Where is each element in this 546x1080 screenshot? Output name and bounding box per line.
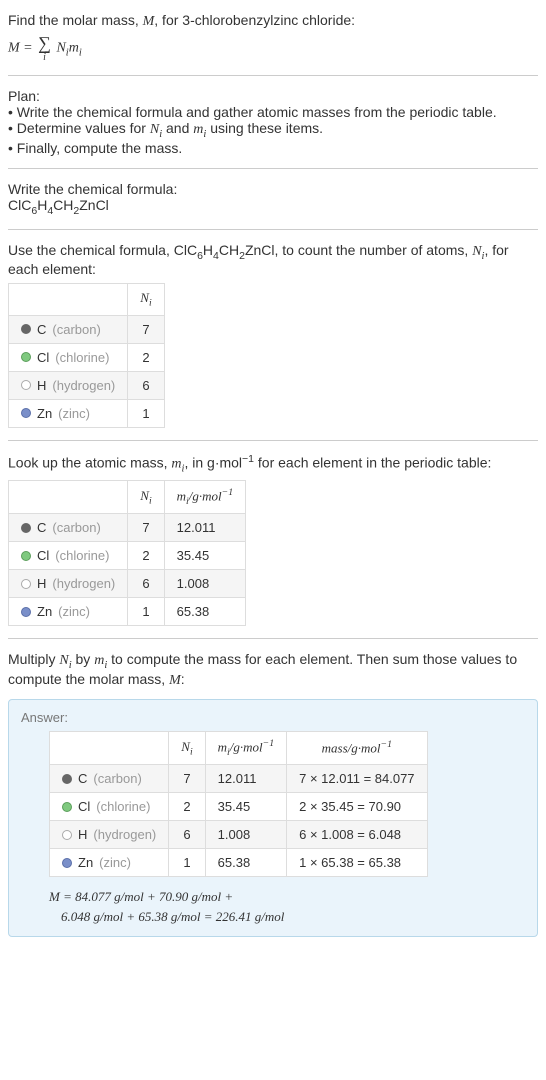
divider [8,168,538,169]
sum-symbol: ∑i [38,34,51,63]
answer-title: Answer: [21,710,525,725]
element-dot-icon [21,523,31,533]
sigma: ∑ [38,34,51,52]
table-row: Cl (chlorine) 2 [9,343,165,371]
final-line1: M = 84.077 g/mol + 70.90 g/mol + [49,887,525,907]
element-dot-icon [21,352,31,362]
plan-bullet-1: • Write the chemical formula and gather … [8,104,538,120]
element-dot-icon [21,324,31,334]
table-row: C (carbon) 7 12.011 [9,514,246,542]
divider [8,440,538,441]
plan-title: Plan: [8,88,538,104]
table-header-row: Ni mi/g·mol−1 mass/g·mol−1 [50,732,428,765]
table-row: C (carbon) 7 [9,315,165,343]
element-dot-icon [21,551,31,561]
intro-part2: , for 3-chlorobenzylzinc chloride: [154,12,355,28]
table-row: Cl (chlorine) 2 35.45 [9,542,246,570]
final-line2: 6.048 g/mol + 65.38 g/mol = 226.41 g/mol [61,907,525,927]
write-title: Write the chemical formula: [8,181,538,197]
intro-part1: Find the molar mass, [8,12,143,28]
intro-text: Find the molar mass, M, for 3-chlorobenz… [8,12,538,30]
multiply-intro: Multiply Ni by mi to compute the mass fo… [8,651,538,689]
formula-m: m [69,41,79,56]
plan-bullet-3: • Finally, compute the mass. [8,140,538,156]
element-dot-icon [62,802,72,812]
table-row: Zn (zinc) 1 65.38 [9,598,246,626]
lookup-table: Ni mi/g·mol−1 C (carbon) 7 12.011 Cl (ch… [8,480,246,626]
formula-N: N [56,41,65,56]
answer-table: Ni mi/g·mol−1 mass/g·mol−1 C (carbon) 7 … [49,731,428,877]
table-row: H (hydrogen) 6 1.008 [9,570,246,598]
intro-section: Find the molar mass, M, for 3-chlorobenz… [8,8,538,67]
intro-var-M: M [143,14,155,29]
element-dot-icon [62,858,72,868]
write-formula-section: Write the chemical formula: ClC6H4CH2ZnC… [8,177,538,221]
answer-box: Answer: Ni mi/g·mol−1 mass/g·mol−1 C (ca… [8,699,538,937]
multiply-section: Multiply Ni by mi to compute the mass fo… [8,647,538,693]
divider [8,229,538,230]
table-header-row: Ni mi/g·mol−1 [9,481,246,514]
lookup-intro: Look up the atomic mass, mi, in g·mol−1 … [8,453,538,474]
table-row: Zn (zinc) 1 65.38 1 × 65.38 = 65.38 [50,849,428,877]
chemical-formula: ClC6H4CH2ZnCl [8,197,538,217]
divider [8,75,538,76]
count-atoms-section: Use the chemical formula, ClC6H4CH2ZnCl,… [8,238,538,432]
lookup-section: Look up the atomic mass, mi, in g·mol−1 … [8,449,538,630]
divider [8,638,538,639]
table-row: Cl (chlorine) 2 35.45 2 × 35.45 = 70.90 [50,793,428,821]
final-equation: M = 84.077 g/mol + 70.90 g/mol + 6.048 g… [49,887,525,926]
sum-sub: i [43,52,46,63]
n-header: Ni [128,284,164,316]
element-dot-icon [21,380,31,390]
table-header-row: Ni [9,284,165,316]
element-dot-icon [21,607,31,617]
empty-header [9,284,128,316]
count-intro: Use the chemical formula, ClC6H4CH2ZnCl,… [8,242,538,278]
element-dot-icon [62,830,72,840]
formula-M-eq: M = [8,41,36,56]
table-row: H (hydrogen) 6 1.008 6 × 1.008 = 6.048 [50,821,428,849]
element-dot-icon [62,774,72,784]
intro-formula: M = ∑i Nimi [8,34,538,63]
formula-m-sub: i [79,48,82,59]
plan-bullet-2: • Determine values for Ni and mi using t… [8,120,538,140]
table-row: H (hydrogen) 6 [9,371,165,399]
element-dot-icon [21,579,31,589]
count-table: Ni C (carbon) 7 Cl (chlorine) 2 H (hydro… [8,283,165,428]
element-dot-icon [21,408,31,418]
table-row: Zn (zinc) 1 [9,399,165,427]
plan-section: Plan: • Write the chemical formula and g… [8,84,538,160]
table-row: C (carbon) 7 12.011 7 × 12.011 = 84.077 [50,765,428,793]
